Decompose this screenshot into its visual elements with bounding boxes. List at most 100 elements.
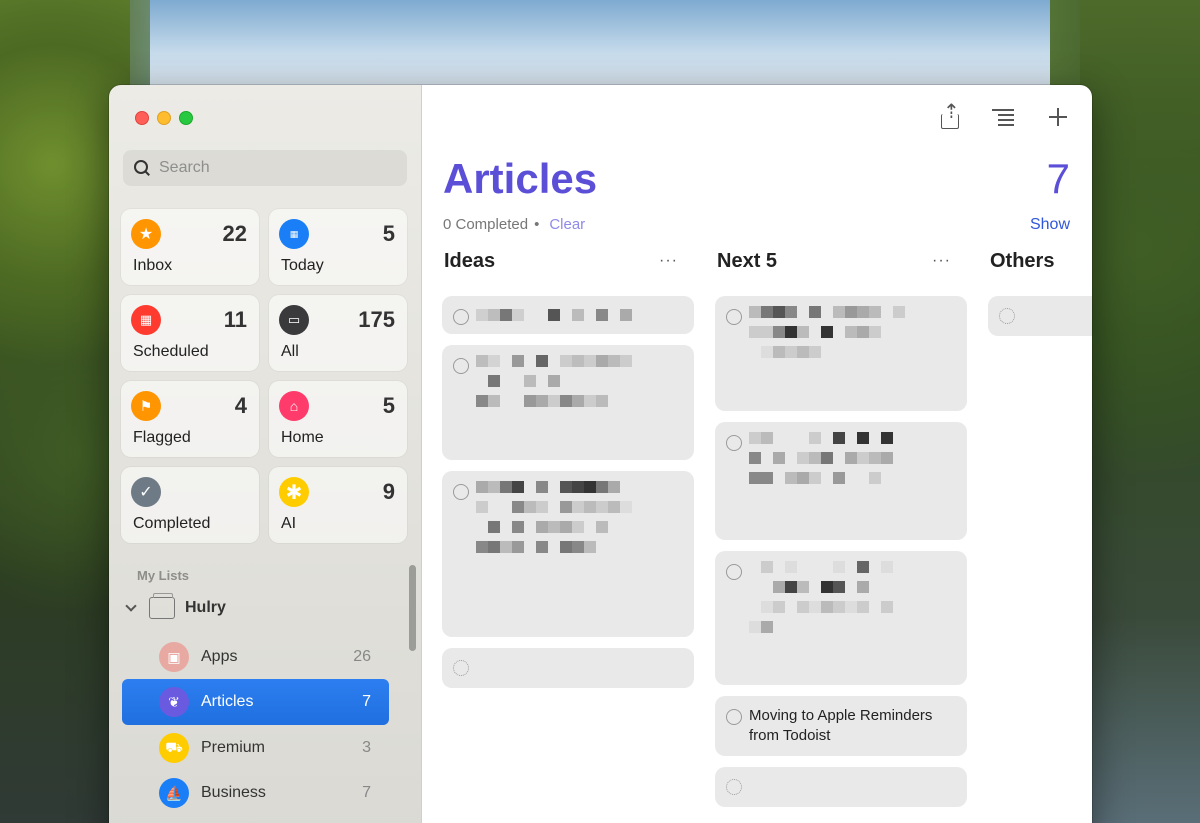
smart-list-label: Inbox bbox=[133, 257, 173, 274]
show-button[interactable]: Show bbox=[1030, 216, 1070, 234]
close-button[interactable] bbox=[135, 111, 149, 125]
calendar-icon: ▦ bbox=[279, 219, 309, 249]
smart-list-count: 9 bbox=[382, 479, 395, 504]
smart-list-ai[interactable]: ✱ 9 AI bbox=[269, 467, 407, 543]
smart-list-label: Today bbox=[281, 257, 324, 274]
column-title: Next 5 bbox=[717, 250, 778, 272]
list-item-business[interactable]: ⛵ Business 7 bbox=[122, 770, 389, 816]
redacted-text bbox=[749, 452, 955, 464]
my-lists-heading: My Lists bbox=[137, 568, 190, 583]
share-icon[interactable] bbox=[938, 99, 962, 129]
new-reminder-checkbox[interactable] bbox=[453, 660, 469, 676]
search-input[interactable] bbox=[159, 159, 379, 177]
new-reminder-checkbox[interactable] bbox=[726, 779, 742, 795]
checkbox[interactable] bbox=[726, 564, 742, 580]
reminder-card[interactable] bbox=[442, 296, 694, 334]
house-icon: ⌂ bbox=[279, 391, 309, 421]
list-count: 7 bbox=[362, 784, 371, 801]
reminder-card[interactable] bbox=[442, 471, 694, 637]
redacted-text bbox=[476, 375, 682, 387]
redacted-text bbox=[749, 346, 955, 358]
smart-list-scheduled[interactable]: ▦ 11 Scheduled bbox=[121, 295, 259, 371]
reminder-count: 7 bbox=[1046, 155, 1070, 202]
checkbox[interactable] bbox=[453, 358, 469, 374]
folder-icon bbox=[149, 593, 175, 619]
list-name: Premium bbox=[201, 739, 266, 756]
list-count: 7 bbox=[362, 693, 371, 710]
asterisk-icon: ✱ bbox=[279, 477, 309, 507]
list-item-apps[interactable]: ▣ Apps 26 bbox=[122, 634, 389, 680]
redacted-text bbox=[749, 621, 955, 633]
redacted-text bbox=[476, 501, 682, 513]
clear-button[interactable]: Clear bbox=[549, 216, 585, 233]
checkbox[interactable] bbox=[453, 309, 469, 325]
list-view-icon[interactable] bbox=[992, 105, 1016, 129]
background-forest-right bbox=[1080, 0, 1200, 823]
more-icon[interactable]: ··· bbox=[932, 252, 951, 270]
zoom-button[interactable] bbox=[179, 111, 193, 125]
checkbox[interactable] bbox=[453, 484, 469, 500]
reminder-title[interactable]: Moving to Apple Reminders from Todoist bbox=[749, 706, 955, 746]
new-reminder-card[interactable] bbox=[988, 296, 1092, 336]
reminder-card[interactable] bbox=[715, 296, 967, 411]
reminder-card[interactable] bbox=[442, 345, 694, 460]
smart-list-home[interactable]: ⌂ 5 Home bbox=[269, 381, 407, 457]
smart-list-completed[interactable]: ✓ Completed bbox=[121, 467, 259, 543]
smart-list-label: Scheduled bbox=[133, 343, 209, 360]
smart-list-count: 175 bbox=[358, 307, 395, 332]
redacted-text bbox=[476, 395, 682, 407]
main-content: Articles 7 0 Completed • Clear Show Ideas … bbox=[422, 85, 1092, 823]
separator-dot: • bbox=[534, 216, 540, 233]
list-name: Articles bbox=[201, 693, 254, 710]
smart-list-count: 5 bbox=[382, 393, 395, 418]
smart-list-all[interactable]: ▭ 175 All bbox=[269, 295, 407, 371]
redacted-text bbox=[749, 472, 955, 484]
toolbar bbox=[938, 99, 1070, 129]
smart-list-today[interactable]: ▦ 5 Today bbox=[269, 209, 407, 285]
list-item-premium[interactable]: ⛟ Premium 3 bbox=[122, 725, 389, 771]
new-reminder-checkbox[interactable] bbox=[999, 308, 1015, 324]
new-reminder-card[interactable] bbox=[442, 648, 694, 688]
list-count: 26 bbox=[353, 648, 371, 665]
smart-list-label: Home bbox=[281, 429, 324, 446]
more-icon[interactable]: ··· bbox=[659, 252, 678, 270]
list-count: 3 bbox=[362, 739, 371, 756]
column-title: Others bbox=[990, 250, 1055, 272]
minimize-button[interactable] bbox=[157, 111, 171, 125]
reminders-window: ★ 22 Inbox ▦ 5 Today ▦ 11 Scheduled ▭ 17… bbox=[109, 85, 1092, 823]
smart-list-label: All bbox=[281, 343, 299, 360]
smart-list-flagged[interactable]: ⚑ 4 Flagged bbox=[121, 381, 259, 457]
completed-count: 0 Completed bbox=[443, 216, 529, 233]
checkbox[interactable] bbox=[726, 435, 742, 451]
list-name: Apps bbox=[201, 648, 238, 665]
smart-list-inbox[interactable]: ★ 22 Inbox bbox=[121, 209, 259, 285]
redacted-text bbox=[749, 581, 955, 593]
redacted-text bbox=[749, 326, 955, 338]
list-item-articles[interactable]: ❦ Articles 7 bbox=[122, 679, 389, 725]
checkbox[interactable] bbox=[726, 309, 742, 325]
redacted-text bbox=[749, 561, 955, 573]
redacted-text bbox=[749, 601, 955, 613]
sailboat-icon: ⛵ bbox=[159, 778, 189, 808]
reminder-card[interactable] bbox=[715, 422, 967, 540]
smart-list-count: 11 bbox=[223, 307, 247, 332]
reminder-card[interactable]: Moving to Apple Reminders from Todoist bbox=[715, 696, 967, 756]
checkmark-icon: ✓ bbox=[131, 477, 161, 507]
list-group-hulry[interactable]: Hulry bbox=[123, 593, 226, 619]
page-title: Articles bbox=[443, 155, 598, 202]
redacted-text bbox=[476, 521, 682, 533]
checkbox[interactable] bbox=[726, 709, 742, 725]
new-reminder-card[interactable] bbox=[715, 767, 967, 807]
add-reminder-icon[interactable] bbox=[1046, 105, 1070, 129]
search-field[interactable] bbox=[123, 150, 407, 186]
chevron-down-icon[interactable] bbox=[125, 600, 137, 612]
scheduled-calendar-icon: ▦ bbox=[131, 305, 161, 335]
sidebar: ★ 22 Inbox ▦ 5 Today ▦ 11 Scheduled ▭ 17… bbox=[109, 85, 422, 823]
smart-list-label: Completed bbox=[133, 515, 211, 532]
sidebar-scrollbar[interactable] bbox=[409, 565, 416, 651]
redacted-text bbox=[476, 541, 682, 553]
smart-lists-grid: ★ 22 Inbox ▦ 5 Today ▦ 11 Scheduled ▭ 17… bbox=[121, 209, 407, 543]
reminder-card[interactable] bbox=[715, 551, 967, 685]
flag-icon: ⚑ bbox=[131, 391, 161, 421]
redacted-text bbox=[749, 306, 955, 318]
